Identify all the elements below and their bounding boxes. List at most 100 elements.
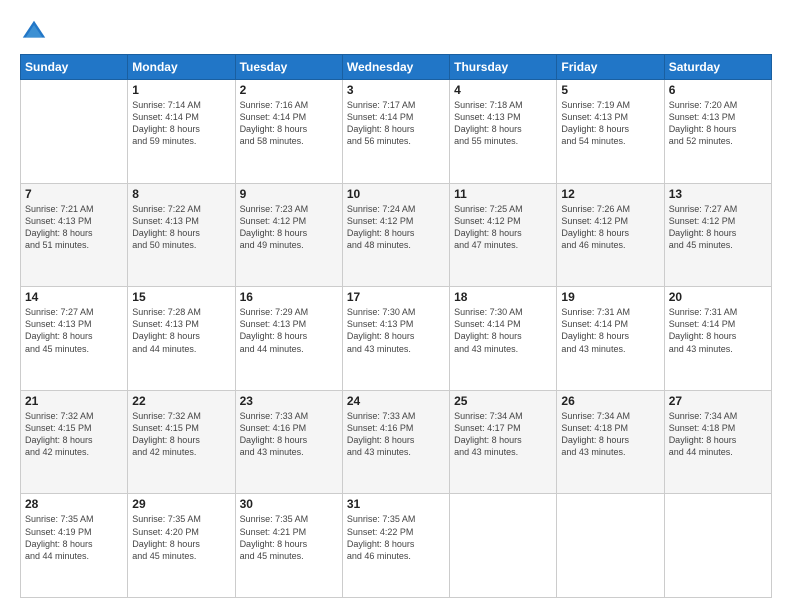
day-info: Sunrise: 7:32 AM Sunset: 4:15 PM Dayligh… <box>25 410 123 459</box>
day-info: Sunrise: 7:30 AM Sunset: 4:14 PM Dayligh… <box>454 306 552 355</box>
day-header-monday: Monday <box>128 55 235 80</box>
day-header-tuesday: Tuesday <box>235 55 342 80</box>
day-number: 8 <box>132 187 230 201</box>
day-number: 10 <box>347 187 445 201</box>
day-number: 12 <box>561 187 659 201</box>
calendar-cell: 22Sunrise: 7:32 AM Sunset: 4:15 PM Dayli… <box>128 390 235 494</box>
day-number: 5 <box>561 83 659 97</box>
calendar-cell: 20 Sunrise: 7:31 AM Sunset: 4:14 PM Dayli… <box>664 287 771 391</box>
day-info: Sunrise: 7:30 AM Sunset: 4:13 PM Dayligh… <box>347 306 445 355</box>
day-info: Sunrise: 7:21 AM Sunset: 4:13 PM Dayligh… <box>25 203 123 252</box>
day-number: 7 <box>25 187 123 201</box>
calendar-table: SundayMondayTuesdayWednesdayThursdayFrid… <box>20 54 772 598</box>
day-info: Sunrise: 7:31 AM Sunset: 4:14 PM Dayligh… <box>669 306 767 355</box>
calendar-cell <box>450 494 557 598</box>
day-number: 2 <box>240 83 338 97</box>
calendar-cell: 30 Sunrise: 7:35 AM Sunset: 4:21 PM Dayli… <box>235 494 342 598</box>
logo-icon <box>20 18 48 46</box>
calendar-cell: 21 Sunrise: 7:32 AM Sunset: 4:15 PM Dayli… <box>21 390 128 494</box>
calendar-cell: 8Sunrise: 7:22 AM Sunset: 4:13 PM Daylig… <box>128 183 235 287</box>
day-info: Sunrise: 7:27 AM Sunset: 4:13 PM Dayligh… <box>25 306 123 355</box>
day-number: 19 <box>561 290 659 304</box>
calendar-week-row: 21 Sunrise: 7:32 AM Sunset: 4:15 PM Dayli… <box>21 390 772 494</box>
calendar-cell: 27Sunrise: 7:34 AM Sunset: 4:18 PM Dayli… <box>664 390 771 494</box>
calendar-cell: 4 Sunrise: 7:18 AM Sunset: 4:13 PM Daylig… <box>450 80 557 184</box>
day-info: Sunrise: 7:32 AM Sunset: 4:15 PM Dayligh… <box>132 410 230 459</box>
calendar-week-row: 14 Sunrise: 7:27 AM Sunset: 4:13 PM Dayli… <box>21 287 772 391</box>
calendar-cell: 29 Sunrise: 7:35 AM Sunset: 4:20 PM Dayli… <box>128 494 235 598</box>
day-number: 1 <box>132 83 230 97</box>
day-info: Sunrise: 7:35 AM Sunset: 4:21 PM Dayligh… <box>240 513 338 562</box>
calendar-cell: 10 Sunrise: 7:24 AM Sunset: 4:12 PM Dayli… <box>342 183 449 287</box>
day-info: Sunrise: 7:34 AM Sunset: 4:18 PM Dayligh… <box>669 410 767 459</box>
day-info: Sunrise: 7:16 AM Sunset: 4:14 PM Dayligh… <box>240 99 338 148</box>
calendar-cell: 9 Sunrise: 7:23 AM Sunset: 4:12 PM Daylig… <box>235 183 342 287</box>
day-info: Sunrise: 7:17 AM Sunset: 4:14 PM Dayligh… <box>347 99 445 148</box>
day-info: Sunrise: 7:33 AM Sunset: 4:16 PM Dayligh… <box>347 410 445 459</box>
day-info: Sunrise: 7:25 AM Sunset: 4:12 PM Dayligh… <box>454 203 552 252</box>
calendar-cell: 18 Sunrise: 7:30 AM Sunset: 4:14 PM Dayli… <box>450 287 557 391</box>
calendar-cell: 12 Sunrise: 7:26 AM Sunset: 4:12 PM Dayli… <box>557 183 664 287</box>
calendar-cell: 16 Sunrise: 7:29 AM Sunset: 4:13 PM Dayli… <box>235 287 342 391</box>
day-info: Sunrise: 7:35 AM Sunset: 4:22 PM Dayligh… <box>347 513 445 562</box>
calendar-cell: 25Sunrise: 7:34 AM Sunset: 4:17 PM Dayli… <box>450 390 557 494</box>
day-number: 30 <box>240 497 338 511</box>
day-number: 26 <box>561 394 659 408</box>
calendar-cell: 28 Sunrise: 7:35 AM Sunset: 4:19 PM Dayli… <box>21 494 128 598</box>
day-number: 21 <box>25 394 123 408</box>
day-info: Sunrise: 7:34 AM Sunset: 4:18 PM Dayligh… <box>561 410 659 459</box>
calendar-cell: 15Sunrise: 7:28 AM Sunset: 4:13 PM Dayli… <box>128 287 235 391</box>
day-info: Sunrise: 7:35 AM Sunset: 4:20 PM Dayligh… <box>132 513 230 562</box>
day-number: 28 <box>25 497 123 511</box>
calendar-cell: 26 Sunrise: 7:34 AM Sunset: 4:18 PM Dayli… <box>557 390 664 494</box>
day-number: 15 <box>132 290 230 304</box>
day-info: Sunrise: 7:33 AM Sunset: 4:16 PM Dayligh… <box>240 410 338 459</box>
day-number: 11 <box>454 187 552 201</box>
day-info: Sunrise: 7:26 AM Sunset: 4:12 PM Dayligh… <box>561 203 659 252</box>
calendar-cell: 13 Sunrise: 7:27 AM Sunset: 4:12 PM Dayli… <box>664 183 771 287</box>
day-info: Sunrise: 7:24 AM Sunset: 4:12 PM Dayligh… <box>347 203 445 252</box>
day-number: 16 <box>240 290 338 304</box>
calendar-cell: 23 Sunrise: 7:33 AM Sunset: 4:16 PM Dayli… <box>235 390 342 494</box>
calendar-cell: 2 Sunrise: 7:16 AM Sunset: 4:14 PM Daylig… <box>235 80 342 184</box>
calendar-cell: 3 Sunrise: 7:17 AM Sunset: 4:14 PM Daylig… <box>342 80 449 184</box>
calendar-cell <box>21 80 128 184</box>
calendar-cell: 17 Sunrise: 7:30 AM Sunset: 4:13 PM Dayli… <box>342 287 449 391</box>
calendar-cell: 24 Sunrise: 7:33 AM Sunset: 4:16 PM Dayli… <box>342 390 449 494</box>
day-number: 3 <box>347 83 445 97</box>
day-info: Sunrise: 7:18 AM Sunset: 4:13 PM Dayligh… <box>454 99 552 148</box>
day-header-wednesday: Wednesday <box>342 55 449 80</box>
day-info: Sunrise: 7:29 AM Sunset: 4:13 PM Dayligh… <box>240 306 338 355</box>
day-number: 6 <box>669 83 767 97</box>
calendar-week-row: 28 Sunrise: 7:35 AM Sunset: 4:19 PM Dayli… <box>21 494 772 598</box>
calendar-header-row: SundayMondayTuesdayWednesdayThursdayFrid… <box>21 55 772 80</box>
day-info: Sunrise: 7:27 AM Sunset: 4:12 PM Dayligh… <box>669 203 767 252</box>
day-number: 9 <box>240 187 338 201</box>
day-number: 14 <box>25 290 123 304</box>
day-header-friday: Friday <box>557 55 664 80</box>
day-info: Sunrise: 7:23 AM Sunset: 4:12 PM Dayligh… <box>240 203 338 252</box>
logo <box>20 18 52 46</box>
day-number: 31 <box>347 497 445 511</box>
day-number: 13 <box>669 187 767 201</box>
calendar-cell <box>664 494 771 598</box>
day-header-thursday: Thursday <box>450 55 557 80</box>
day-number: 24 <box>347 394 445 408</box>
day-info: Sunrise: 7:20 AM Sunset: 4:13 PM Dayligh… <box>669 99 767 148</box>
calendar-cell: 31 Sunrise: 7:35 AM Sunset: 4:22 PM Dayli… <box>342 494 449 598</box>
day-number: 4 <box>454 83 552 97</box>
day-number: 20 <box>669 290 767 304</box>
calendar-week-row: 7 Sunrise: 7:21 AM Sunset: 4:13 PM Daylig… <box>21 183 772 287</box>
calendar-cell <box>557 494 664 598</box>
day-number: 29 <box>132 497 230 511</box>
day-number: 17 <box>347 290 445 304</box>
day-number: 23 <box>240 394 338 408</box>
day-info: Sunrise: 7:31 AM Sunset: 4:14 PM Dayligh… <box>561 306 659 355</box>
day-header-sunday: Sunday <box>21 55 128 80</box>
calendar-cell: 19 Sunrise: 7:31 AM Sunset: 4:14 PM Dayli… <box>557 287 664 391</box>
day-number: 18 <box>454 290 552 304</box>
calendar-week-row: 1Sunrise: 7:14 AM Sunset: 4:14 PM Daylig… <box>21 80 772 184</box>
calendar-cell: 5 Sunrise: 7:19 AM Sunset: 4:13 PM Daylig… <box>557 80 664 184</box>
day-info: Sunrise: 7:19 AM Sunset: 4:13 PM Dayligh… <box>561 99 659 148</box>
day-info: Sunrise: 7:35 AM Sunset: 4:19 PM Dayligh… <box>25 513 123 562</box>
